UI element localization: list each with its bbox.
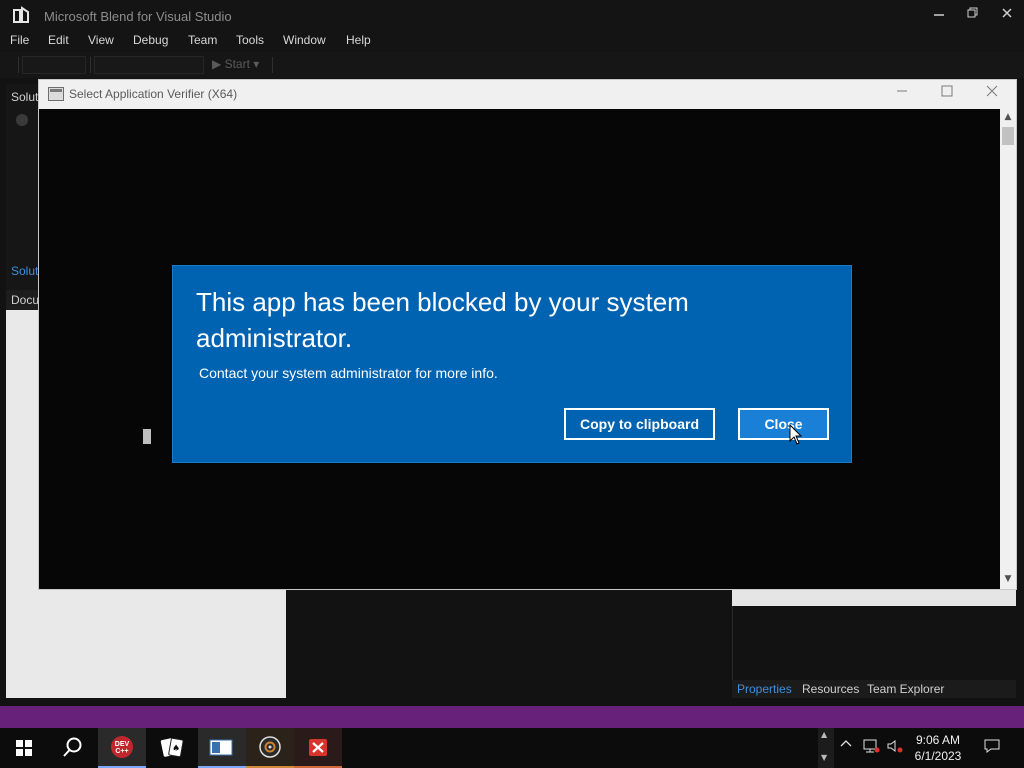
- media-player-icon: [259, 736, 281, 758]
- menu-window[interactable]: Window: [283, 33, 326, 47]
- window-app-icon: [48, 87, 64, 101]
- action-center-icon[interactable]: [983, 738, 1001, 758]
- toolbar-separator: [90, 57, 91, 73]
- blend-titlebar: Microsoft Blend for Visual Studio: [0, 0, 1024, 30]
- documents-panel-title: Docu: [11, 293, 39, 307]
- clock-time: 9:06 AM: [915, 733, 961, 747]
- properties-panel: [732, 606, 1016, 682]
- taskbar-devcpp[interactable]: DEV C++: [98, 728, 146, 768]
- blend-icon: [209, 739, 233, 756]
- toolbar-separator: [272, 57, 273, 73]
- devcpp-icon: DEV C++: [111, 736, 133, 758]
- toolbar-separator: [18, 57, 19, 73]
- taskbar-media-player[interactable]: [246, 728, 294, 768]
- right-panel-tabs: Properties Resources Team Explorer: [732, 680, 1016, 698]
- toolbar: ▶ Start ▾: [0, 52, 1024, 78]
- clock[interactable]: 9:06 AM 6/1/2023: [912, 732, 964, 764]
- taskbar-scroll[interactable]: ▲ ▼: [818, 728, 834, 768]
- show-hidden-icons-icon[interactable]: [840, 738, 852, 754]
- blend-logo-icon: [10, 6, 32, 26]
- verifier-title: Select Application Verifier (X64): [69, 87, 238, 101]
- windows-logo-icon: [16, 740, 32, 756]
- verifier-maximize-button[interactable]: [932, 84, 962, 104]
- tab-properties[interactable]: Properties: [737, 682, 792, 696]
- scrollbar-thumb[interactable]: [1002, 127, 1014, 145]
- verifier-scrollbar[interactable]: ▲ ▼: [1000, 109, 1016, 589]
- tab-team-explorer[interactable]: Team Explorer: [867, 682, 944, 696]
- svg-text:DEV: DEV: [115, 741, 130, 748]
- copy-to-clipboard-button[interactable]: Copy to clipboard: [564, 408, 715, 440]
- restore-button[interactable]: [960, 6, 986, 24]
- solution-config-dropdown[interactable]: [22, 56, 86, 74]
- search-button[interactable]: [48, 728, 96, 768]
- panel-close-icon[interactable]: [16, 114, 28, 126]
- chevron-down-icon: ▾: [253, 57, 260, 71]
- verifier-minimize-button[interactable]: [887, 84, 917, 104]
- scroll-up-arrow-icon[interactable]: ▲: [1000, 109, 1016, 125]
- volume-muted-icon[interactable]: [886, 738, 904, 758]
- blocked-app-dialog: This app has been blocked by your system…: [172, 265, 852, 463]
- close-window-button[interactable]: [994, 6, 1020, 24]
- minimize-button[interactable]: [926, 6, 952, 24]
- menu-tools[interactable]: Tools: [236, 33, 264, 47]
- verifier-titlebar: Select Application Verifier (X64): [39, 80, 1016, 109]
- close-button[interactable]: Close: [738, 408, 829, 440]
- menu-team[interactable]: Team: [188, 33, 217, 47]
- menu-file[interactable]: File: [10, 33, 29, 47]
- chevron-up-icon[interactable]: ▲: [821, 730, 827, 739]
- mouse-cursor-icon: [789, 424, 803, 445]
- menu-debug[interactable]: Debug: [133, 33, 168, 47]
- desktop: Microsoft Blend for Visual Studio File E…: [0, 0, 1024, 768]
- taskbar-blocked-app[interactable]: [294, 728, 342, 768]
- menu-help[interactable]: Help: [346, 33, 371, 47]
- solution-platform-dropdown[interactable]: [94, 56, 204, 74]
- status-bar: [0, 706, 1024, 728]
- dialog-title: This app has been blocked by your system…: [196, 287, 689, 353]
- svg-text:♠: ♠: [172, 744, 180, 754]
- menu-bar: File Edit View Debug Team Tools Window H…: [0, 30, 1024, 52]
- solution-explorer-panel: Solut Solut: [6, 84, 40, 290]
- window-title: Microsoft Blend for Visual Studio: [44, 9, 232, 24]
- taskbar-solitaire[interactable]: ♠: [148, 728, 196, 768]
- clock-date: 6/1/2023: [914, 749, 962, 763]
- properties-panel-header: [732, 590, 1016, 606]
- taskbar-blend[interactable]: [198, 728, 246, 768]
- menu-view[interactable]: View: [88, 33, 114, 47]
- tab-resources[interactable]: Resources: [802, 682, 859, 696]
- documents-panel-header: Docu: [6, 290, 40, 310]
- start-debug-button[interactable]: ▶ Start ▾: [212, 57, 259, 71]
- menu-edit[interactable]: Edit: [48, 33, 69, 47]
- scroll-down-arrow-icon[interactable]: ▼: [1000, 571, 1016, 587]
- solution-tab-active[interactable]: Solut: [11, 264, 39, 278]
- blocked-app-icon: [309, 739, 327, 756]
- dialog-message: Contact your system administrator for mo…: [199, 365, 498, 381]
- svg-text:C++: C++: [115, 748, 128, 755]
- network-icon[interactable]: [862, 738, 880, 758]
- play-icon: ▶: [212, 57, 222, 71]
- search-icon: [63, 737, 82, 757]
- verifier-close-button[interactable]: [977, 84, 1007, 104]
- start-button[interactable]: [0, 728, 48, 768]
- taskbar: DEV C++ ♠ ▲ ▼ 9:06 AM 6/1/2023: [0, 728, 1024, 768]
- chevron-down-icon[interactable]: ▼: [821, 753, 827, 762]
- start-label: Start: [224, 57, 250, 71]
- solution-panel-title: Solut: [11, 90, 39, 104]
- text-caret: [143, 429, 151, 444]
- solitaire-icon: ♠: [160, 737, 184, 758]
